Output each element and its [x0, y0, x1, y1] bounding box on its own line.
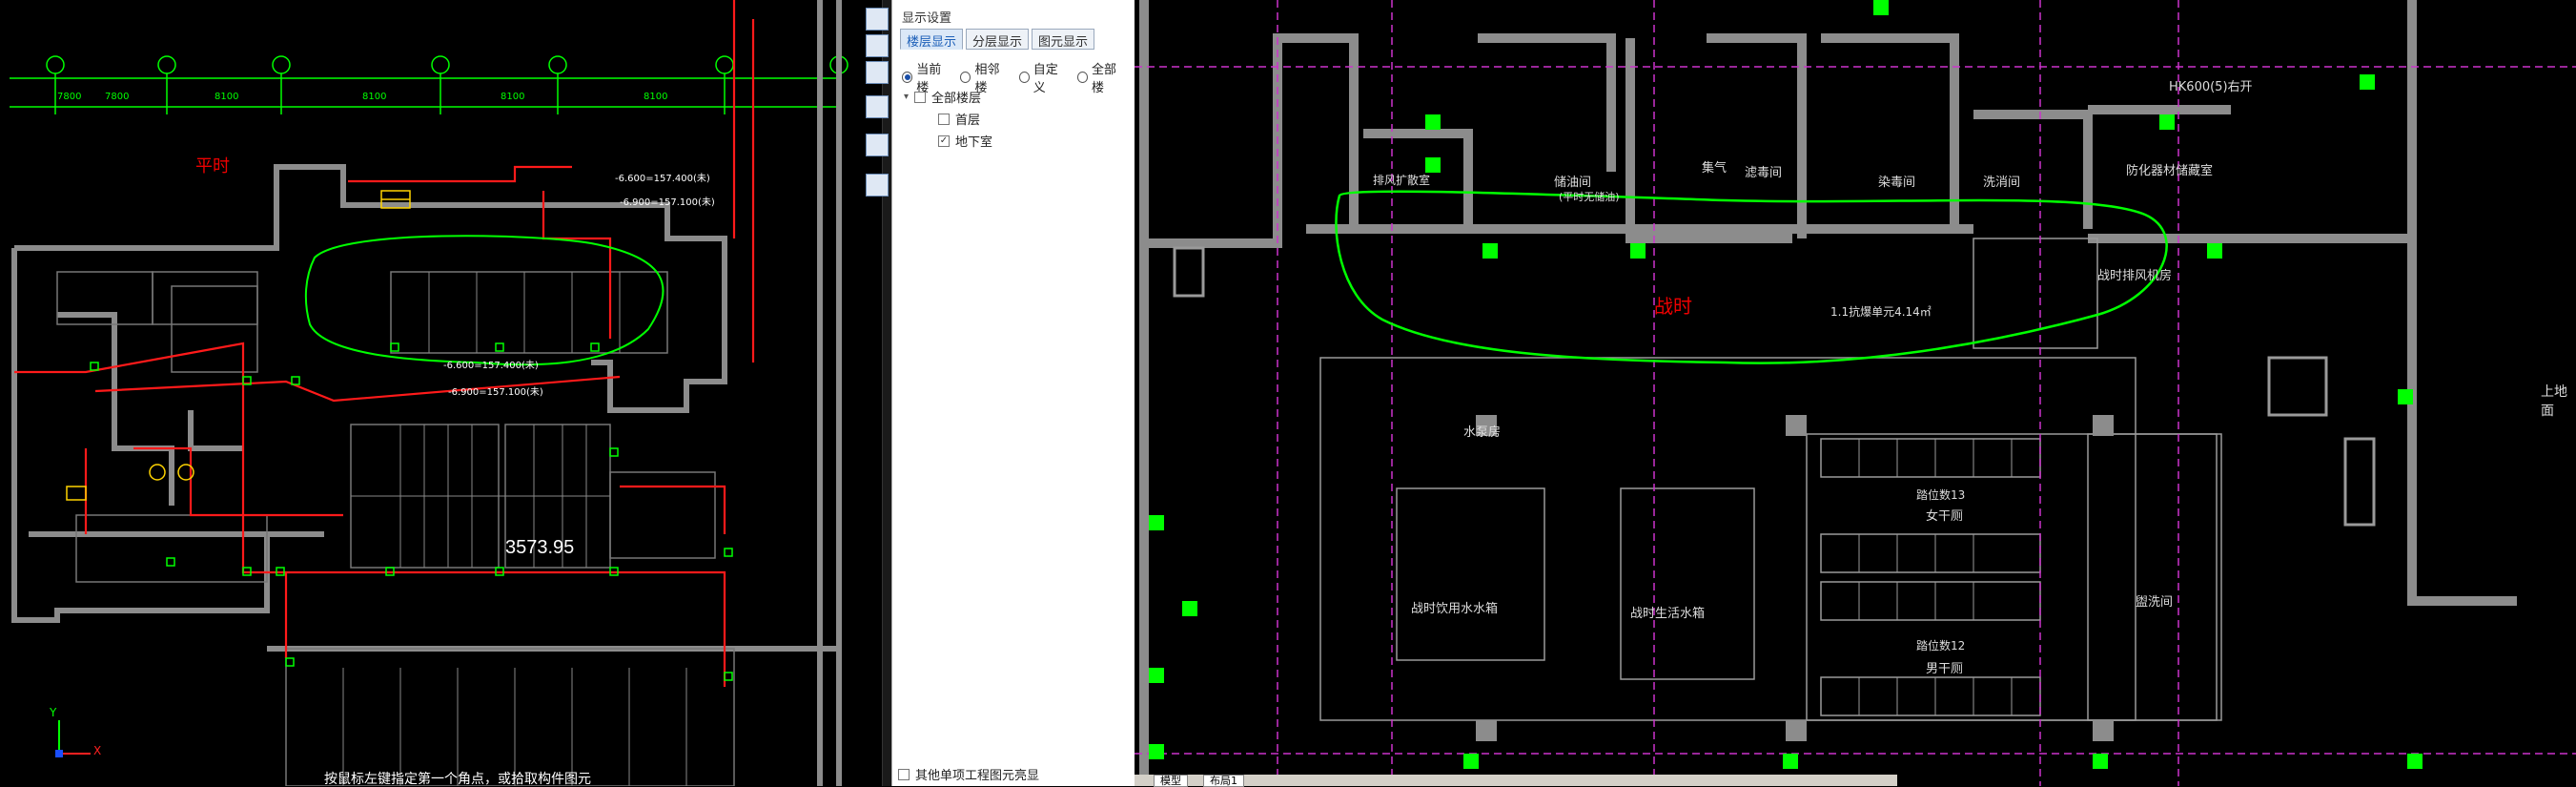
dimension-label: 8100: [501, 92, 525, 102]
tab-layer-display[interactable]: 分层显示: [966, 29, 1030, 50]
room-label: 战时排风机房: [2097, 269, 2173, 283]
tree-item-label: 地下室: [955, 135, 993, 150]
view-rotate-icon[interactable]: [866, 8, 889, 31]
layout-tab-bar: [1135, 775, 1897, 786]
first-floor-checkbox[interactable]: [938, 113, 950, 125]
room-label: 盥洗间: [2136, 595, 2174, 610]
layer-icon[interactable]: [866, 95, 889, 118]
radio-dot-icon: [1018, 72, 1030, 83]
settings-icon[interactable]: [866, 174, 889, 197]
room-label: 上地面: [2541, 384, 2567, 419]
tree-root-label: 全部楼层: [931, 92, 982, 106]
radio-dot-icon: [960, 72, 971, 83]
tree-item-first-floor[interactable]: 首层: [938, 110, 980, 128]
basement-checkbox[interactable]: ✓: [938, 135, 950, 147]
seat-note: 踏位数13: [1916, 488, 1966, 502]
left-cad-viewport[interactable]: 平时 -6.600=157.400(未) -6.900=157.100(未) -…: [0, 0, 882, 786]
room-label: 洗消间: [1983, 176, 2021, 190]
room-number: 3573.95: [505, 537, 575, 558]
dimension-label: 7800: [57, 92, 82, 102]
tab-model[interactable]: 模型: [1154, 775, 1188, 787]
radio-custom[interactable]: 自定义: [1018, 59, 1068, 95]
axis-x-label: X: [93, 744, 102, 757]
room-label: 染毒间: [1878, 176, 1916, 190]
view-3d-icon[interactable]: [866, 34, 889, 57]
room-label: 排风扩散室: [1373, 174, 1431, 187]
radio-label: 自定义: [1032, 63, 1058, 95]
highlight-other-projects[interactable]: 其他单项工程图元亮显: [898, 765, 1039, 783]
elevation-note: -6.900=157.100(未): [620, 197, 715, 208]
room-label: 男干厕: [1926, 662, 1964, 676]
room-label: 女干厕: [1926, 509, 1964, 524]
tab-floor-display[interactable]: 楼层显示: [900, 29, 964, 50]
highlight-checkbox[interactable]: [898, 768, 910, 780]
dimension-label: 7800: [105, 92, 130, 102]
command-prompt: 按鼠标左键指定第一个角点，或拾取构件图元: [324, 772, 591, 786]
display-settings-panel: 显示设置 楼层显示 分层显示 图元显示 当前楼 相邻楼 自定义 全部楼 ▾ 全部…: [891, 0, 1135, 786]
radio-label: 全部楼: [1091, 63, 1116, 95]
right-cad-drawing: [1135, 0, 2576, 786]
room-label: (平时无储油): [1559, 191, 1620, 203]
elevation-note: -6.600=157.400(未): [443, 361, 539, 371]
elevation-note: -6.900=157.100(未): [448, 387, 543, 398]
room-label: 集气: [1702, 161, 1728, 176]
mode-label-peacetime: 平时: [195, 156, 230, 176]
elevation-note: -6.600=157.400(未): [615, 174, 710, 184]
seat-note: 踏位数12: [1916, 639, 1966, 652]
room-label: 滤毒间: [1745, 166, 1783, 180]
tree-root-checkbox[interactable]: [914, 91, 927, 103]
view-box-icon[interactable]: [866, 61, 889, 84]
door-note: HK600(5)右开: [2169, 80, 2253, 94]
axis-y-label: Y: [50, 706, 57, 719]
dimension-label: 8100: [362, 92, 387, 102]
panel-title: 显示设置: [902, 11, 952, 26]
room-label: 战时饮用水水箱: [1411, 602, 1499, 616]
radio-dot-icon: [902, 72, 913, 83]
radio-all-floors[interactable]: 全部楼: [1076, 59, 1126, 95]
panel-tabs: 楼层显示 分层显示 图元显示: [900, 29, 1097, 50]
room-label: 战时生活水箱: [1630, 607, 1706, 621]
area-note: 1.1抗爆单元4.14㎡: [1830, 305, 1932, 319]
left-cad-drawing: [10, 0, 848, 786]
room-label: 水泵房: [1463, 425, 1502, 440]
mode-label-wartime: 战时: [1654, 295, 1692, 318]
radio-dot-icon: [1076, 72, 1088, 83]
room-label: 储油间: [1554, 176, 1592, 190]
dimension-label: 8100: [215, 92, 239, 102]
chevron-down-icon[interactable]: ▾: [904, 92, 909, 102]
tree-root[interactable]: ▾ 全部楼层: [904, 88, 981, 106]
tab-layout1[interactable]: 布局1: [1203, 775, 1244, 787]
tree-item-label: 首层: [955, 114, 981, 128]
room-label: 防化器材储藏室: [2126, 164, 2214, 178]
tab-element-display[interactable]: 图元显示: [1032, 29, 1095, 50]
orbit-icon[interactable]: [866, 134, 889, 156]
right-cad-viewport[interactable]: 战时 储油间 (平时无储油) 集气 排风扩散室 滤毒间 洗消间 染毒间 防化器材…: [1135, 0, 2576, 786]
highlight-label: 其他单项工程图元亮显: [915, 769, 1040, 783]
dimension-label: 8100: [644, 92, 668, 102]
tree-item-basement[interactable]: ✓ 地下室: [938, 132, 992, 150]
